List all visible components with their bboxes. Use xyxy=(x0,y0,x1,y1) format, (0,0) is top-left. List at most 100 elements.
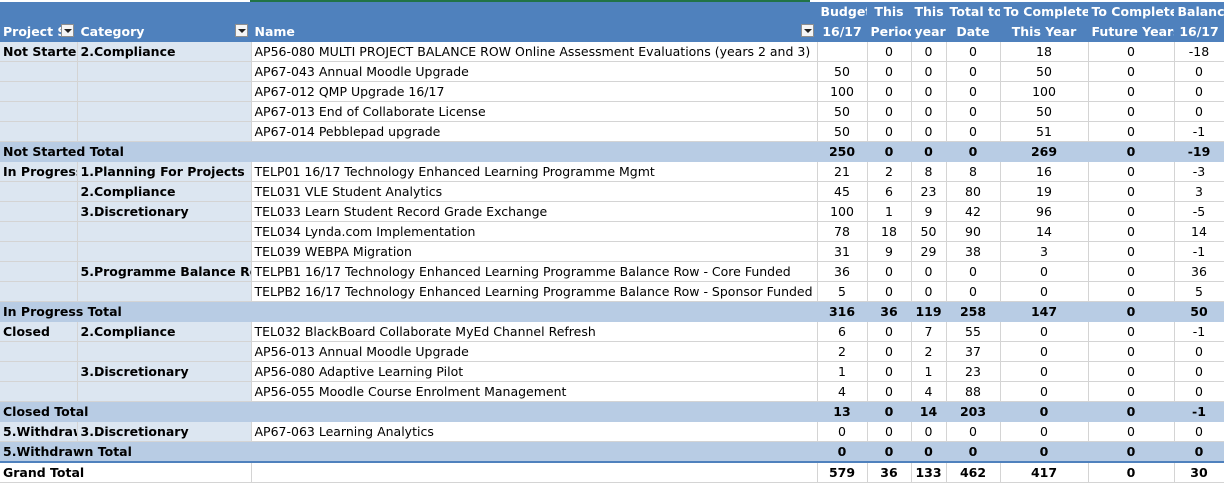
cell-name[interactable]: TEL034 Lynda.com Implementation xyxy=(251,221,818,242)
header-balance[interactable]: Balance xyxy=(1174,2,1224,22)
cell-period[interactable]: 1 xyxy=(867,201,912,222)
cell-future[interactable]: 0 xyxy=(1088,61,1175,82)
cell-year[interactable]: 7 xyxy=(911,321,947,342)
cell-category[interactable]: 3.Discretionary xyxy=(77,201,252,222)
cell-budget[interactable]: 316 xyxy=(817,301,868,322)
header-this-year[interactable]: This xyxy=(911,2,947,22)
cell-balance[interactable]: 5 xyxy=(1174,281,1224,302)
cell-budget[interactable]: 50 xyxy=(817,101,868,122)
cell-future[interactable]: 0 xyxy=(1088,121,1175,142)
header-project-status[interactable]: Project St xyxy=(0,2,78,42)
cell-period[interactable]: 36 xyxy=(867,301,912,322)
cell-name[interactable] xyxy=(251,141,818,162)
cell-category[interactable] xyxy=(77,221,252,242)
cell-todate[interactable]: 0 xyxy=(946,41,1001,62)
cell-tocomplete[interactable]: 0 xyxy=(1000,441,1089,463)
cell-period[interactable]: 0 xyxy=(867,61,912,82)
cell-project-status[interactable] xyxy=(0,261,78,282)
cell-todate[interactable]: 8 xyxy=(946,161,1001,182)
cell-project-status[interactable] xyxy=(0,101,78,122)
cell-project-status[interactable] xyxy=(0,81,78,102)
cell-period[interactable]: 0 xyxy=(867,101,912,122)
cell-todate[interactable]: 0 xyxy=(946,261,1001,282)
cell-name[interactable] xyxy=(251,401,818,422)
cell-todate[interactable]: 42 xyxy=(946,201,1001,222)
cell-name[interactable]: AP67-012 QMP Upgrade 16/17 xyxy=(251,81,818,102)
cell-future[interactable]: 0 xyxy=(1088,441,1175,463)
cell-budget[interactable]: 78 xyxy=(817,221,868,242)
cell-year[interactable]: 133 xyxy=(911,461,947,483)
cell-tocomplete[interactable]: 50 xyxy=(1000,101,1089,122)
cell-year[interactable]: 0 xyxy=(911,281,947,302)
cell-period[interactable]: 0 xyxy=(867,421,912,442)
header-to-complete-this-year[interactable]: To Complete xyxy=(1000,2,1089,22)
cell-period[interactable]: 9 xyxy=(867,241,912,262)
cell-future[interactable]: 0 xyxy=(1088,461,1175,483)
cell-project-status[interactable] xyxy=(0,221,78,242)
cell-budget[interactable]: 6 xyxy=(817,321,868,342)
cell-todate[interactable]: 55 xyxy=(946,321,1001,342)
cell-tocomplete[interactable]: 0 xyxy=(1000,361,1089,382)
cell-budget[interactable]: 250 xyxy=(817,141,868,162)
cell-category[interactable] xyxy=(77,281,252,302)
cell-budget[interactable]: 21 xyxy=(817,161,868,182)
cell-period[interactable]: 0 xyxy=(867,281,912,302)
cell-year[interactable]: 0 xyxy=(911,81,947,102)
cell-total-label[interactable]: Not Started Total xyxy=(0,141,252,162)
cell-tocomplete[interactable]: 16 xyxy=(1000,161,1089,182)
cell-balance[interactable]: 0 xyxy=(1174,361,1224,382)
cell-period[interactable]: 36 xyxy=(867,461,912,483)
cell-name[interactable]: AP56-080 MULTI PROJECT BALANCE ROW Onlin… xyxy=(251,41,818,62)
filter-dropdown-icon[interactable] xyxy=(800,24,814,37)
cell-balance[interactable]: -5 xyxy=(1174,201,1224,222)
cell-total-label[interactable]: Grand Total xyxy=(0,461,252,483)
cell-future[interactable]: 0 xyxy=(1088,161,1175,182)
header-name[interactable]: Name xyxy=(251,2,818,42)
cell-name[interactable]: TEL031 VLE Student Analytics xyxy=(251,181,818,202)
cell-budget[interactable]: 0 xyxy=(817,421,868,442)
cell-total-label[interactable]: 5.Withdrawn Total xyxy=(0,441,252,463)
cell-todate[interactable]: 0 xyxy=(946,421,1001,442)
cell-future[interactable]: 0 xyxy=(1088,381,1175,402)
cell-name[interactable]: AP67-043 Annual Moodle Upgrade xyxy=(251,61,818,82)
cell-period[interactable]: 0 xyxy=(867,121,912,142)
cell-todate[interactable]: 88 xyxy=(946,381,1001,402)
cell-category[interactable] xyxy=(77,341,252,362)
cell-balance[interactable]: 0 xyxy=(1174,101,1224,122)
cell-todate[interactable]: 0 xyxy=(946,441,1001,463)
cell-project-status[interactable] xyxy=(0,361,78,382)
cell-future[interactable]: 0 xyxy=(1088,261,1175,282)
cell-future[interactable]: 0 xyxy=(1088,301,1175,322)
cell-tocomplete[interactable]: 0 xyxy=(1000,321,1089,342)
cell-period[interactable]: 0 xyxy=(867,261,912,282)
cell-balance[interactable]: -3 xyxy=(1174,161,1224,182)
cell-todate[interactable]: 0 xyxy=(946,81,1001,102)
cell-name[interactable]: AP67-063 Learning Analytics xyxy=(251,421,818,442)
cell-future[interactable]: 0 xyxy=(1088,41,1175,62)
cell-todate[interactable]: 0 xyxy=(946,101,1001,122)
cell-balance[interactable]: -1 xyxy=(1174,121,1224,142)
cell-tocomplete[interactable]: 0 xyxy=(1000,281,1089,302)
cell-project-status[interactable] xyxy=(0,201,78,222)
cell-future[interactable]: 0 xyxy=(1088,101,1175,122)
cell-balance[interactable]: -19 xyxy=(1174,141,1224,162)
cell-name[interactable]: AP56-013 Annual Moodle Upgrade xyxy=(251,341,818,362)
cell-category[interactable] xyxy=(77,381,252,402)
cell-category[interactable] xyxy=(77,121,252,142)
cell-project-status[interactable] xyxy=(0,381,78,402)
cell-todate[interactable]: 203 xyxy=(946,401,1001,422)
cell-balance[interactable]: 14 xyxy=(1174,221,1224,242)
cell-name[interactable]: TELP01 16/17 Technology Enhanced Learnin… xyxy=(251,161,818,182)
cell-project-status[interactable]: 5.Withdraw xyxy=(0,421,78,442)
cell-tocomplete[interactable]: 100 xyxy=(1000,81,1089,102)
cell-year[interactable]: 119 xyxy=(911,301,947,322)
cell-project-status[interactable] xyxy=(0,181,78,202)
cell-year[interactable]: 0 xyxy=(911,421,947,442)
cell-category[interactable] xyxy=(77,241,252,262)
header-category[interactable]: Category xyxy=(77,2,252,42)
cell-future[interactable]: 0 xyxy=(1088,281,1175,302)
cell-balance[interactable]: 0 xyxy=(1174,81,1224,102)
cell-project-status[interactable] xyxy=(0,341,78,362)
header-total-to-date[interactable]: Total to xyxy=(946,2,1001,22)
cell-budget[interactable]: 31 xyxy=(817,241,868,262)
